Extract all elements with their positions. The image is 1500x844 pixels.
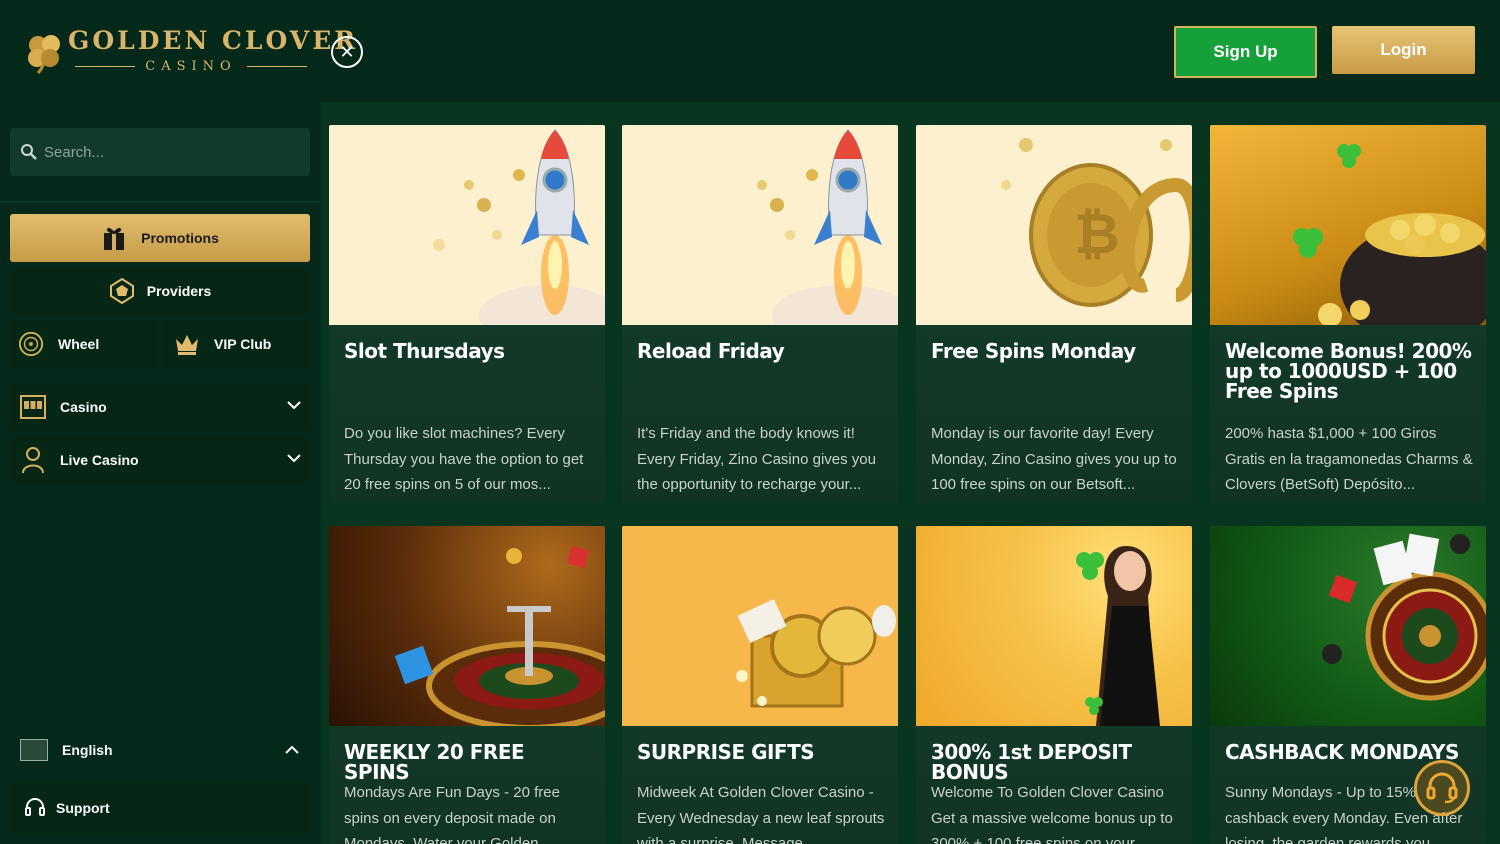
wheel-icon: [18, 331, 44, 357]
support-label: Support: [56, 800, 110, 816]
gift-icon: [101, 225, 127, 251]
crown-icon: [174, 331, 200, 357]
language-label: English: [62, 742, 113, 758]
divider: [246, 65, 307, 67]
slot-machine-icon: [20, 394, 46, 420]
sidebar-item-label: Live Casino: [60, 452, 139, 468]
sidebar-item-label: Providers: [146, 283, 212, 299]
brand-subtitle: CASINO: [68, 57, 314, 75]
sidebar-item-label: Wheel: [58, 336, 100, 352]
promo-image-bitcoin: ₿: [916, 125, 1192, 325]
svg-text:₿: ₿: [1074, 202, 1120, 267]
headset-icon: [1426, 772, 1458, 804]
promo-description: Do you like slot machines? Every Thursda…: [344, 425, 584, 493]
promo-card[interactable]: Welcome Bonus! 200% up to 1000USD + 100 …: [1210, 125, 1486, 503]
brand-name: GOLDEN CLOVER: [68, 26, 359, 55]
search-icon: [21, 144, 37, 160]
signup-button[interactable]: Sign Up: [1174, 26, 1317, 78]
logo[interactable]: GOLDEN CLOVER CASINO: [24, 26, 359, 76]
promo-title: Welcome Bonus! 200% up to 1000USD + 100 …: [1225, 339, 1472, 403]
brand-sub-text: CASINO: [145, 58, 237, 74]
language-selector[interactable]: English: [10, 726, 310, 774]
sidebar-item-wheel[interactable]: Wheel: [10, 320, 157, 368]
support-button[interactable]: Support: [10, 782, 310, 834]
sidebar-item-label: VIP Club: [214, 336, 272, 352]
promo-image-pot-of-gold: [1210, 125, 1486, 325]
promo-card[interactable]: Reload Friday It's Friday and the body k…: [622, 125, 898, 503]
headset-icon: [25, 798, 45, 816]
login-button[interactable]: Login: [1332, 26, 1475, 74]
close-menu-button[interactable]: ✕: [331, 36, 363, 68]
promo-description: Mondays Are Fun Days - 20 free spins on …: [344, 784, 560, 844]
promo-card[interactable]: WEEKLY 20 FREE SPINS Mondays Are Fun Day…: [329, 526, 605, 844]
flag-icon: [20, 739, 48, 761]
promo-description: It's Friday and the body knows it! Every…: [637, 425, 876, 493]
promo-description: Midweek At Golden Clover Casino - Every …: [637, 784, 885, 844]
chevron-down-icon: [287, 401, 301, 410]
sidebar-item-label: Casino: [60, 399, 107, 415]
promo-image-woman: [916, 526, 1192, 726]
promo-card[interactable]: Slot Thursdays Do you like slot machines…: [329, 125, 605, 503]
chip-icon: [109, 278, 135, 304]
promo-title: Free Spins Monday: [931, 339, 1136, 363]
live-chat-button[interactable]: [1414, 760, 1470, 816]
promo-description: 200% hasta $1,000 + 100 Giros Gratis en …: [1225, 425, 1473, 493]
promo-description: Welcome To Golden Clover Casino Get a ma…: [931, 784, 1173, 844]
top-header: GOLDEN CLOVER CASINO ✕ Sign Up Login: [0, 0, 1500, 102]
promo-title: Reload Friday: [637, 339, 785, 363]
promo-title: SURPRISE GIFTS: [637, 740, 815, 764]
sidebar: Promotions Providers Wheel VIP Club Casi…: [0, 102, 320, 844]
chevron-up-icon: [285, 745, 299, 754]
promo-card[interactable]: SURPRISE GIFTS Midweek At Golden Clover …: [622, 526, 898, 844]
promo-card[interactable]: 300% 1st DEPOSIT BONUS Welcome To Golden…: [916, 526, 1192, 844]
promo-image-roulette: [329, 526, 605, 726]
promo-title: 300% 1st DEPOSIT BONUS: [931, 740, 1132, 784]
promo-image-gift: [622, 526, 898, 726]
clover-logo-icon: [28, 35, 60, 74]
dealer-icon: [20, 447, 46, 474]
sidebar-item-promotions[interactable]: Promotions: [10, 214, 310, 262]
promo-image-rocket: [622, 125, 898, 325]
search-box[interactable]: [10, 128, 310, 176]
chevron-down-icon: [287, 454, 301, 463]
sidebar-item-label: Promotions: [141, 230, 219, 246]
promo-description: Monday is our favorite day! Every Monday…: [931, 425, 1177, 493]
promo-title: WEEKLY 20 FREE SPINS: [344, 740, 525, 784]
promo-image-rocket: [329, 125, 605, 325]
divider: [75, 65, 136, 67]
promo-card[interactable]: ₿ Free Spins Monday Monday is our favori…: [916, 125, 1192, 503]
promo-title: CASHBACK MONDAYS: [1225, 740, 1459, 764]
sidebar-item-casino[interactable]: Casino: [10, 383, 310, 431]
promo-image-roulette-green: [1210, 526, 1486, 726]
divider: [0, 201, 320, 203]
search-input[interactable]: [44, 143, 294, 161]
sidebar-item-providers[interactable]: Providers: [10, 267, 310, 315]
sidebar-item-live-casino[interactable]: Live Casino: [10, 436, 310, 484]
promo-title: Slot Thursdays: [344, 339, 505, 363]
sidebar-item-vip-club[interactable]: VIP Club: [162, 320, 310, 368]
close-icon: ✕: [339, 42, 355, 62]
